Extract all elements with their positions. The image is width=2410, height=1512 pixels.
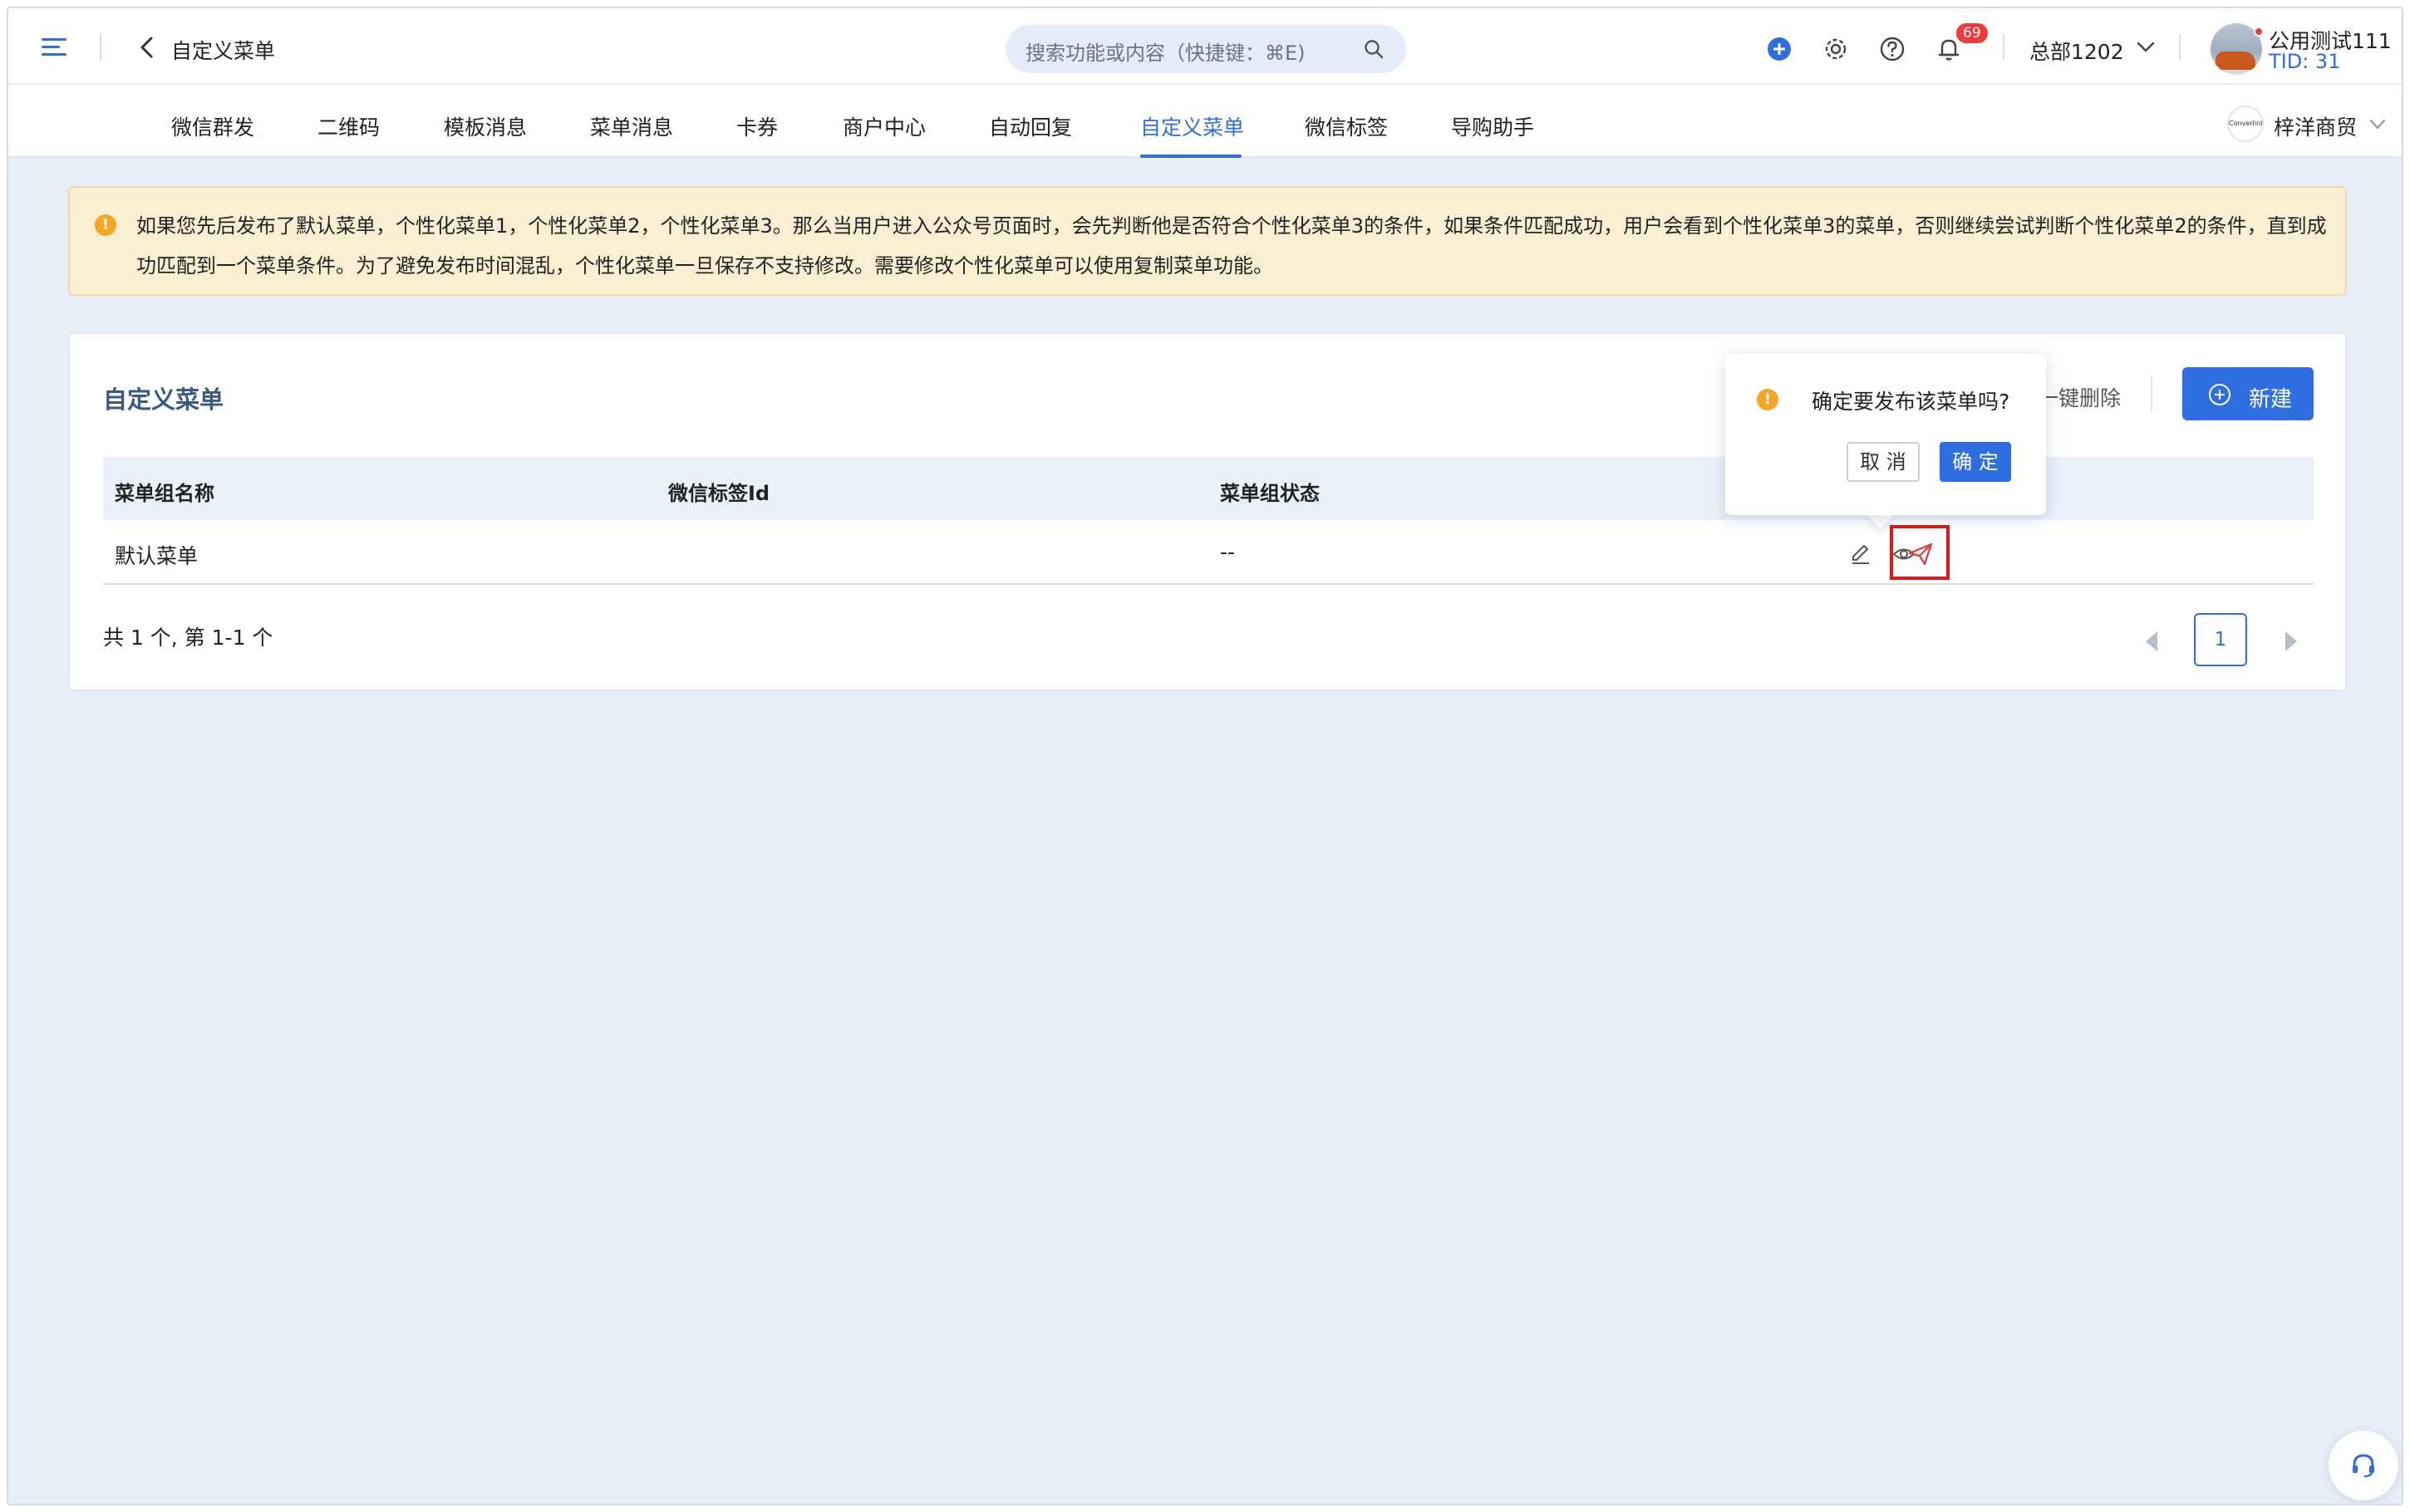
divider [100,33,101,61]
divider [2179,35,2181,60]
tab-coupons[interactable]: 卡券 [736,111,778,141]
headset-icon [2353,1454,2374,1478]
tab-menu-message[interactable]: 菜单消息 [590,111,673,141]
active-tab-indicator [1140,155,1242,158]
confirm-message: 确定要发布该菜单吗? [1812,390,2010,414]
pagination-summary: 共 1 个, 第 1-1 个 [103,626,273,650]
prev-page-icon[interactable] [2142,630,2162,653]
next-page-icon[interactable] [2280,630,2300,653]
chevron-down-icon[interactable] [2136,40,2156,55]
edit-pencil-icon[interactable] [1848,542,1873,567]
cancel-button[interactable]: 取 消 [1847,442,1920,482]
cell-status: -- [1220,540,1236,564]
bulk-delete-button[interactable]: 一键删除 [2038,382,2121,412]
plus-circle-icon [2209,384,2230,405]
table-row: 默认菜单 -- [103,520,2314,585]
app-window: 自定义菜单 搜索功能或内容（快捷键：⌘E) 69 总部1202 公用测试111 … [7,7,2403,1505]
cell-menu-name: 默认菜单 [115,544,199,568]
new-menu-button[interactable]: 新建 [2182,367,2314,420]
column-header-tag-id: 微信标签Id [668,482,770,505]
settings-gear-icon[interactable] [1822,35,1850,63]
current-page-button[interactable]: 1 [2194,613,2247,666]
help-question-icon[interactable] [1878,35,1906,63]
module-tab-bar: 微信群发 二维码 模板消息 菜单消息 卡券 商户中心 自动回复 自定义菜单 微信… [8,85,2402,158]
global-search-input[interactable]: 搜索功能或内容（快捷键：⌘E) [1006,25,1406,73]
chevron-down-icon[interactable] [2368,118,2387,131]
top-header: 自定义菜单 搜索功能或内容（快捷键：⌘E) 69 总部1202 公用测试111 … [8,8,2402,85]
tab-merchant-center[interactable]: 商户中心 [843,111,926,141]
publish-confirm-popover: ! 确定要发布该菜单吗? 取 消 确 定 [1725,354,2046,515]
warning-icon: ! [1757,389,1778,410]
page-title: 自定义菜单 [171,39,276,63]
column-header-name: 菜单组名称 [115,482,214,505]
tab-shopping-assistant[interactable]: 导购助手 [1451,111,1534,141]
search-placeholder: 搜索功能或内容（快捷键：⌘E) [1025,42,1306,65]
online-status-dot [2254,27,2264,37]
divider [2003,35,2004,60]
tab-custom-menu[interactable]: 自定义菜单 [1140,111,1244,141]
new-button-label: 新建 [2249,387,2293,412]
tab-qrcode[interactable]: 二维码 [317,111,380,141]
divider [2151,376,2152,412]
brand-selector[interactable]: 梓洋商贸 [2274,111,2357,141]
warning-icon: ! [95,214,116,236]
brand-logo: Converlink [2227,106,2264,142]
publish-send-icon[interactable] [1906,540,1935,568]
back-arrow-icon[interactable] [135,33,160,61]
customer-support-button[interactable] [2329,1431,2398,1500]
card-title: 自定义菜单 [103,385,224,414]
tab-wechat-tags[interactable]: 微信标签 [1305,111,1388,141]
column-header-status: 菜单组状态 [1220,482,1320,505]
add-circle-icon[interactable] [1765,35,1793,63]
department-selector[interactable]: 总部1202 [2029,36,2124,66]
notification-badge: 69 [1956,23,1988,43]
menu-toggle-icon[interactable] [42,38,68,58]
info-alert: ! 如果您先后发布了默认菜单，个性化菜单1，个性化菜单2，个性化菜单3。那么当用… [68,186,2347,296]
user-tid: TID: 31 [2269,50,2341,73]
confirm-button[interactable]: 确 定 [1940,442,2011,482]
tab-auto-reply[interactable]: 自动回复 [989,111,1072,141]
alert-text: 如果您先后发布了默认菜单，个性化菜单1，个性化菜单2，个性化菜单3。那么当用户进… [136,214,2327,277]
tab-template-message[interactable]: 模板消息 [444,111,527,141]
tab-wechat-broadcast[interactable]: 微信群发 [171,111,254,141]
search-icon[interactable] [1363,38,1385,60]
